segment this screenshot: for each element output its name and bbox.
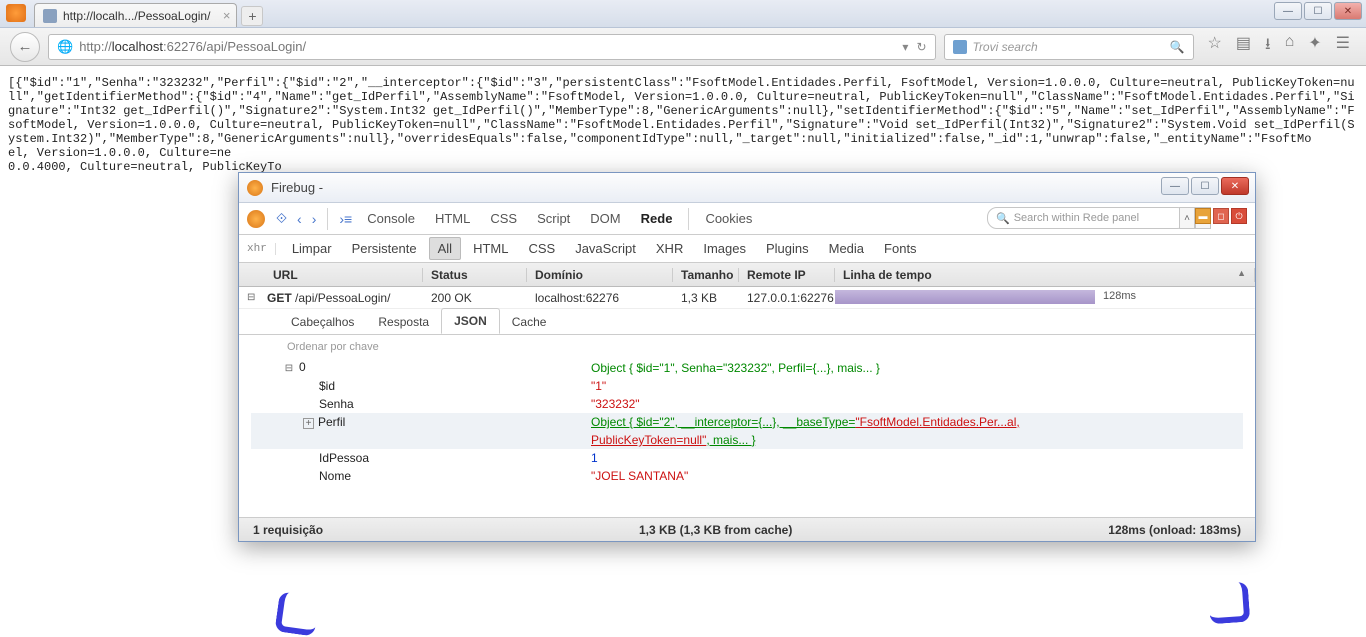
panel-up-button[interactable]: ˄ xyxy=(1179,207,1195,229)
sub-media[interactable]: Media xyxy=(821,238,872,259)
panel-min-button[interactable]: ▬ xyxy=(1195,208,1211,224)
home-icon[interactable]: ⌂ xyxy=(1285,33,1295,60)
tab-script[interactable]: Script xyxy=(529,207,578,230)
tree-row-idpessoa[interactable]: IdPessoa 1 xyxy=(251,449,1243,467)
globe-icon: 🌐 xyxy=(57,39,73,55)
tree-row-perfil-cont[interactable]: PublicKeyToken=null", mais... } xyxy=(251,431,1243,449)
sort-hint[interactable]: Ordenar por chave xyxy=(239,335,1255,359)
firefox-menu-icon[interactable] xyxy=(6,4,26,22)
xhr-label: xhr xyxy=(247,243,276,255)
status-time: 128ms (onload: 183ms) xyxy=(1108,523,1241,537)
col-domain[interactable]: Domínio xyxy=(527,268,673,282)
col-size[interactable]: Tamanho xyxy=(673,268,739,282)
sub-persistente[interactable]: Persistente xyxy=(344,238,425,259)
net-request-row[interactable]: ⊟ GET /api/PessoaLogin/ 200 OK localhost… xyxy=(239,287,1255,309)
tab-console[interactable]: Console xyxy=(359,207,423,230)
browser-titlebar: http://localh.../PessoaLogin/ × + — ☐ ✕ xyxy=(0,0,1366,28)
sub-limpar[interactable]: Limpar xyxy=(284,238,340,259)
sub-images[interactable]: Images xyxy=(695,238,754,259)
sub-fonts[interactable]: Fonts xyxy=(876,238,925,259)
timing-bar xyxy=(835,290,1095,304)
downloads-icon[interactable]: ⭳ xyxy=(1265,33,1271,60)
search-bar[interactable]: Trovi search 🔍 xyxy=(944,34,1194,60)
firebug-next-icon[interactable]: › xyxy=(309,211,320,227)
tab-title: http://localh.../PessoaLogin/ xyxy=(63,9,210,23)
toggle-collapse-icon[interactable]: ⊟ xyxy=(283,360,295,378)
firebug-title: Firebug - xyxy=(271,180,323,195)
search-icon[interactable]: 🔍 xyxy=(1170,40,1185,54)
firebug-search-input[interactable]: Search within Rede panel xyxy=(987,207,1187,229)
firebug-main-tabs: ⟐ ‹ › ›≡ Console HTML CSS Script DOM Red… xyxy=(239,203,1255,235)
bookmark-star-icon[interactable]: ☆ xyxy=(1208,33,1222,60)
browser-tab[interactable]: http://localh.../PessoaLogin/ × xyxy=(34,3,237,27)
dropdown-icon[interactable]: ▾ xyxy=(902,40,908,54)
firebug-prev-icon[interactable]: ‹ xyxy=(294,211,305,227)
col-url[interactable]: URL xyxy=(239,268,423,282)
tree-row-nome[interactable]: Nome "JOEL SANTANA" xyxy=(251,467,1243,485)
firebug-close-button[interactable]: ✕ xyxy=(1221,177,1249,195)
window-maximize-button[interactable]: ☐ xyxy=(1304,2,1332,20)
tree-row-perfil[interactable]: +Perfil Object { $id="2", __interceptor=… xyxy=(251,413,1243,431)
page-favicon-icon xyxy=(43,9,57,23)
firebug-inspect-icon[interactable]: ⟐ xyxy=(273,210,290,227)
tab-cookies[interactable]: Cookies xyxy=(697,207,760,230)
it-cache[interactable]: Cache xyxy=(500,310,559,334)
firebug-net-subtabs: xhr Limpar Persistente All HTML CSS Java… xyxy=(239,235,1255,263)
net-columns-header: URL Status Domínio Tamanho Remote IP Lin… xyxy=(239,263,1255,287)
col-remote-ip[interactable]: Remote IP xyxy=(739,268,835,282)
tab-rede[interactable]: Rede xyxy=(633,207,681,230)
firebug-minimize-button[interactable]: — xyxy=(1161,177,1189,195)
firebug-window: Firebug - — ☐ ✕ ⟐ ‹ › ›≡ Console HTML CS… xyxy=(238,172,1256,542)
annotation-right-icon xyxy=(1208,582,1251,625)
col-timeline[interactable]: Linha de tempo xyxy=(835,268,1255,282)
firebug-statusbar: 1 requisição 1,3 KB (1,3 KB from cache) … xyxy=(239,517,1255,541)
tree-row-id[interactable]: $id "1" xyxy=(251,377,1243,395)
tab-html[interactable]: HTML xyxy=(427,207,478,230)
it-cabecalhos[interactable]: Cabeçalhos xyxy=(279,310,366,334)
browser-toolbar: ← 🌐 http://localhost:62276/api/PessoaLog… xyxy=(0,28,1366,66)
response-inner-tabs: Cabeçalhos Resposta JSON Cache xyxy=(239,309,1255,335)
sub-all[interactable]: All xyxy=(429,237,461,260)
panel-detach-button[interactable]: ◻ xyxy=(1213,208,1229,224)
tab-dom[interactable]: DOM xyxy=(582,207,628,230)
status-size: 1,3 KB (1,3 KB from cache) xyxy=(639,523,792,537)
firebug-logo-icon[interactable] xyxy=(247,210,265,228)
sub-js[interactable]: JavaScript xyxy=(567,238,644,259)
nav-back-button[interactable]: ← xyxy=(10,32,40,62)
firebug-cmd-icon[interactable]: ›≡ xyxy=(336,211,355,227)
search-engine-icon xyxy=(953,40,967,54)
page-raw-json: [{"$id":"1","Senha":"323232","Perfil":{"… xyxy=(0,66,1366,184)
tab-close-icon[interactable]: × xyxy=(223,8,231,23)
tree-row-root[interactable]: ⊟0 Object { $id="1", Senha="323232", Per… xyxy=(251,359,1243,377)
new-tab-button[interactable]: + xyxy=(241,6,263,26)
reload-icon[interactable]: ↻ xyxy=(916,40,926,54)
annotation-left-icon xyxy=(274,591,319,636)
it-resposta[interactable]: Resposta xyxy=(366,310,441,334)
panel-off-button[interactable]: ⏻ xyxy=(1231,208,1247,224)
menu-icon[interactable]: ☰ xyxy=(1336,33,1350,60)
window-controls: — ☐ ✕ xyxy=(1274,2,1362,20)
window-minimize-button[interactable]: — xyxy=(1274,2,1302,20)
tree-row-senha[interactable]: Senha "323232" xyxy=(251,395,1243,413)
window-close-button[interactable]: ✕ xyxy=(1334,2,1362,20)
status-requests: 1 requisição xyxy=(253,523,323,537)
json-tree: ⊟0 Object { $id="1", Senha="323232", Per… xyxy=(239,359,1255,485)
firebug-titlebar[interactable]: Firebug - — ☐ ✕ xyxy=(239,173,1255,203)
row-toggle-icon[interactable]: ⊟ xyxy=(239,292,259,303)
library-icon[interactable]: ▤ xyxy=(1236,33,1251,60)
sub-xhr[interactable]: XHR xyxy=(648,238,691,259)
tab-css[interactable]: CSS xyxy=(482,207,525,230)
col-status[interactable]: Status xyxy=(423,268,527,282)
url-bar[interactable]: 🌐 http://localhost:62276/api/PessoaLogin… xyxy=(48,34,936,60)
firebug-maximize-button[interactable]: ☐ xyxy=(1191,177,1219,195)
sub-plugins[interactable]: Plugins xyxy=(758,238,817,259)
sub-html[interactable]: HTML xyxy=(465,238,516,259)
it-json[interactable]: JSON xyxy=(441,308,500,334)
addon-icon[interactable]: ✦ xyxy=(1308,33,1321,60)
sub-css[interactable]: CSS xyxy=(520,238,563,259)
firebug-icon xyxy=(247,180,263,196)
toggle-expand-icon[interactable]: + xyxy=(303,418,314,429)
